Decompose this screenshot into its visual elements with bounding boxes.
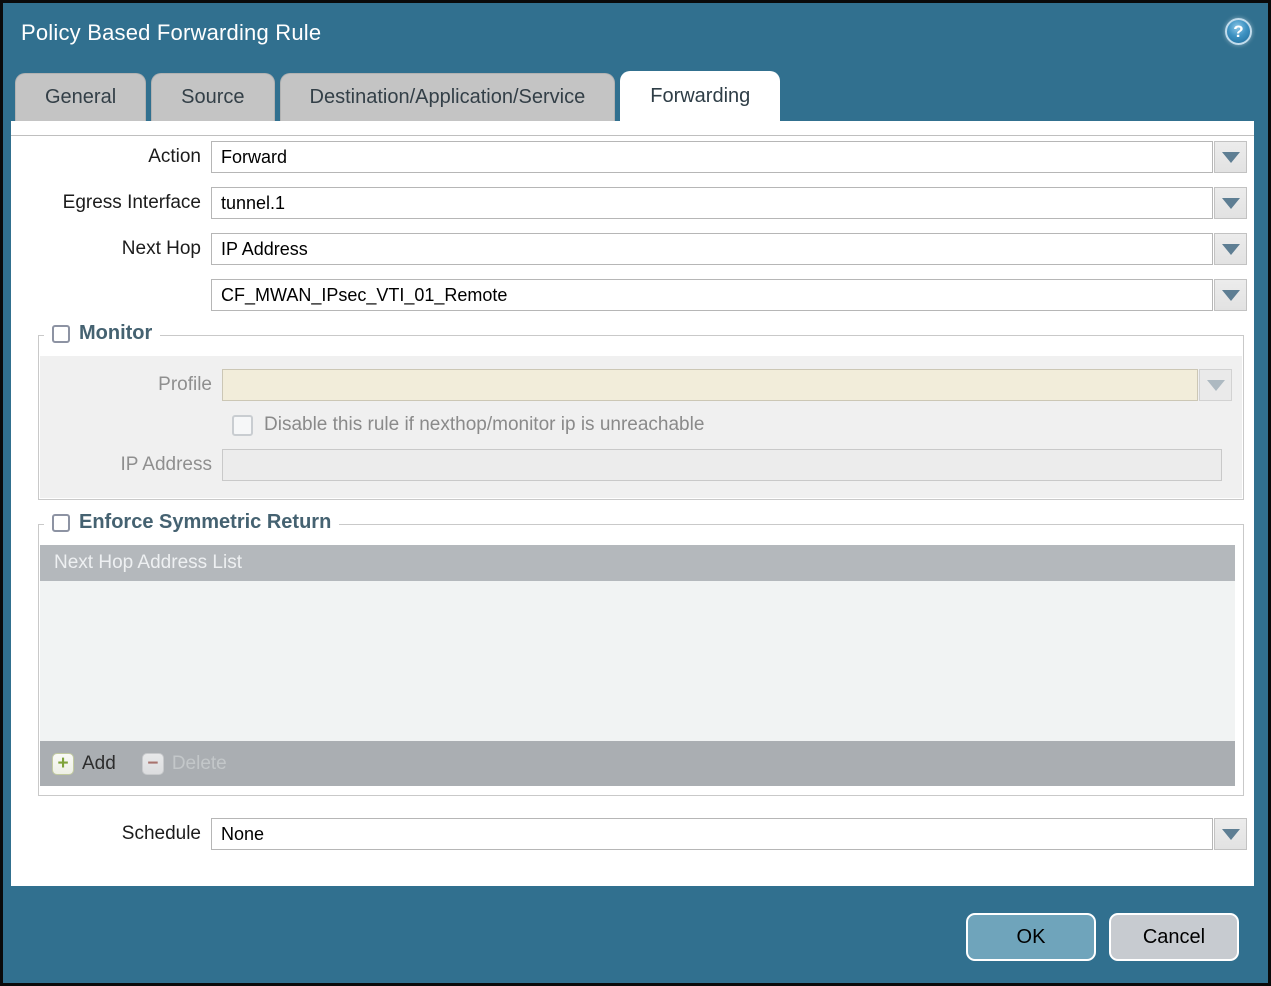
dialog-title: Policy Based Forwarding Rule <box>21 20 322 45</box>
tab-source[interactable]: Source <box>151 73 275 121</box>
enforce-symmetric-return-group: Enforce Symmetric Return Next Hop Addres… <box>38 511 1244 796</box>
next-hop-dropdown-button[interactable] <box>1214 233 1247 265</box>
schedule-label: Schedule <box>121 823 201 844</box>
profile-combo <box>222 369 1232 401</box>
monitor-title: Monitor <box>79 322 153 344</box>
ok-button[interactable]: OK <box>966 913 1096 961</box>
egress-interface-combo: tunnel.1 <box>211 187 1247 219</box>
forwarding-tab-panel: Action Forward Egress Interface tunnel.1… <box>11 121 1254 886</box>
disable-rule-row: Disable this rule if nexthop/monitor ip … <box>232 414 704 436</box>
tab-bar: General Source Destination/Application/S… <box>15 71 781 121</box>
chevron-down-icon <box>1221 243 1240 255</box>
profile-label: Profile <box>158 374 212 395</box>
monitor-body: Profile Disable this rule if nexthop/mon… <box>40 356 1242 498</box>
disable-rule-label: Disable this rule if nexthop/monitor ip … <box>264 414 705 435</box>
monitor-ip-address-input <box>222 449 1222 481</box>
chevron-down-icon <box>1206 379 1225 391</box>
next-hop-combo: IP Address <box>211 233 1247 265</box>
tab-destination-application-service[interactable]: Destination/Application/Service <box>279 73 616 121</box>
tab-forwarding[interactable]: Forwarding <box>620 71 781 121</box>
chevron-down-icon <box>1221 151 1240 163</box>
egress-interface-value[interactable]: tunnel.1 <box>211 187 1213 219</box>
profile-dropdown-button <box>1199 369 1232 401</box>
tab-general[interactable]: General <box>15 73 147 121</box>
schedule-value[interactable]: None <box>211 818 1213 850</box>
egress-interface-dropdown-button[interactable] <box>1214 187 1247 219</box>
schedule-dropdown-button[interactable] <box>1214 818 1247 850</box>
help-icon[interactable]: ? <box>1225 18 1252 45</box>
add-button-label: Add <box>82 752 116 774</box>
monitor-group: Monitor Profile Disable this rule if nex… <box>38 322 1244 500</box>
chevron-down-icon <box>1221 289 1240 301</box>
action-combo: Forward <box>211 141 1247 173</box>
minus-icon: − <box>141 752 164 775</box>
cancel-button[interactable]: Cancel <box>1109 913 1239 961</box>
delete-button-label: Delete <box>171 752 227 774</box>
panel-top-divider <box>11 121 1254 136</box>
delete-button: − Delete <box>141 752 227 775</box>
next-hop-address-list-table: Next Hop Address List + Add − Delete <box>40 545 1235 786</box>
action-dropdown-button[interactable] <box>1214 141 1247 173</box>
table-footer: + Add − Delete <box>40 741 1235 786</box>
chevron-down-icon <box>1221 197 1240 209</box>
next-hop-address-combo: CF_MWAN_IPsec_VTI_01_Remote <box>211 279 1247 311</box>
monitor-checkbox[interactable] <box>52 324 70 343</box>
disable-rule-checkbox <box>232 414 253 436</box>
enforce-symmetric-return-legend: Enforce Symmetric Return <box>44 511 340 534</box>
table-body[interactable] <box>40 581 1235 741</box>
action-value[interactable]: Forward <box>211 141 1213 173</box>
add-button[interactable]: + Add <box>52 752 116 775</box>
profile-value <box>222 369 1198 401</box>
egress-interface-label: Egress Interface <box>62 192 201 213</box>
enforce-symmetric-return-checkbox[interactable] <box>52 513 70 532</box>
table-header: Next Hop Address List <box>40 545 1235 581</box>
policy-based-forwarding-rule-dialog: Policy Based Forwarding Rule ? General S… <box>0 0 1271 986</box>
action-label: Action <box>148 146 201 167</box>
monitor-legend: Monitor <box>44 322 161 345</box>
next-hop-value[interactable]: IP Address <box>211 233 1213 265</box>
monitor-ip-address-label: IP Address <box>120 454 212 475</box>
next-hop-address-dropdown-button[interactable] <box>1214 279 1247 311</box>
next-hop-label: Next Hop <box>121 238 201 259</box>
chevron-down-icon <box>1221 828 1240 840</box>
schedule-combo: None <box>211 818 1247 850</box>
dialog-button-bar: OK Cancel <box>966 913 1239 961</box>
next-hop-address-value[interactable]: CF_MWAN_IPsec_VTI_01_Remote <box>211 279 1213 311</box>
plus-icon: + <box>52 752 74 775</box>
enforce-symmetric-return-title: Enforce Symmetric Return <box>79 511 332 533</box>
